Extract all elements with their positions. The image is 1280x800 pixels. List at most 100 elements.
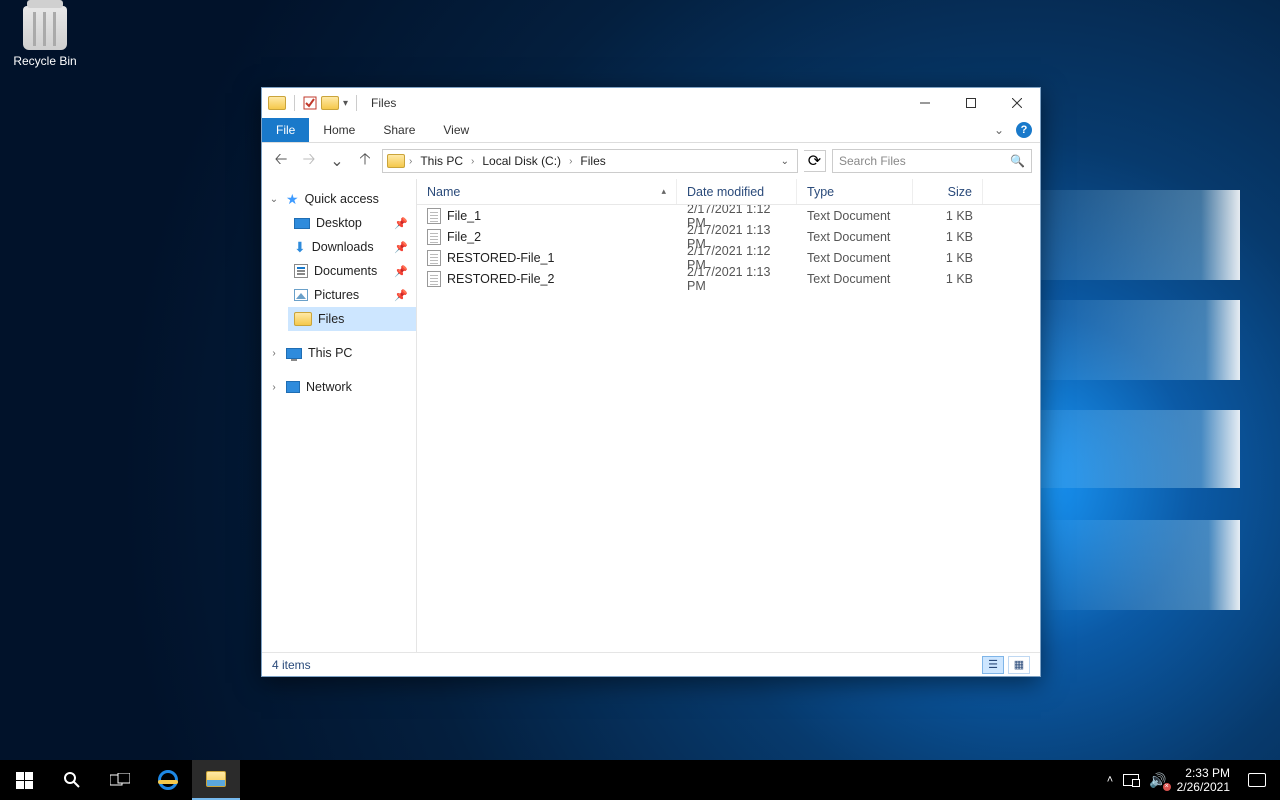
- folder-icon: [387, 154, 405, 168]
- minimize-button[interactable]: [902, 88, 948, 118]
- sort-asc-icon: ▴: [661, 186, 666, 197]
- separator: [294, 95, 295, 111]
- breadcrumb-local-disk[interactable]: Local Disk (C:): [478, 152, 565, 170]
- pin-icon: 📌: [394, 217, 408, 230]
- column-type[interactable]: Type: [797, 179, 913, 204]
- recent-locations-button[interactable]: ⌄: [326, 150, 348, 172]
- file-name: File_1: [447, 209, 481, 223]
- tab-share[interactable]: Share: [369, 118, 429, 142]
- collapse-icon[interactable]: ⌄: [268, 194, 280, 205]
- tree-label: This PC: [308, 346, 352, 360]
- maximize-button[interactable]: [948, 88, 994, 118]
- tree-item-desktop[interactable]: Desktop 📌: [288, 211, 416, 235]
- text-file-icon: [427, 271, 441, 287]
- clock-date: 2/26/2021: [1177, 780, 1230, 794]
- tree-label: Files: [318, 312, 344, 326]
- chevron-down-icon[interactable]: ▾: [343, 98, 348, 109]
- properties-icon[interactable]: [303, 96, 317, 110]
- column-size[interactable]: Size: [913, 179, 983, 204]
- address-dropdown-button[interactable]: ⌄: [777, 154, 793, 169]
- column-label: Name: [427, 185, 460, 199]
- tab-view[interactable]: View: [429, 118, 483, 142]
- star-icon: ★: [286, 191, 299, 208]
- text-file-icon: [427, 229, 441, 245]
- chevron-right-icon[interactable]: ›: [567, 156, 574, 167]
- view-icons-button[interactable]: ▦: [1008, 656, 1030, 674]
- clock[interactable]: 2:33 PM 2/26/2021: [1177, 766, 1230, 794]
- tree-network[interactable]: › Network: [262, 375, 416, 399]
- tree-item-files[interactable]: Files: [288, 307, 416, 331]
- status-bar: 4 items ☰ ▦: [262, 652, 1040, 676]
- folder-icon[interactable]: [268, 96, 286, 110]
- search-input[interactable]: Search Files 🔍: [832, 149, 1032, 173]
- up-button[interactable]: 🡡: [354, 150, 376, 172]
- separator: [356, 95, 357, 111]
- tree-label: Quick access: [305, 192, 379, 206]
- clock-time: 2:33 PM: [1177, 766, 1230, 780]
- column-name[interactable]: Name ▴: [417, 179, 677, 204]
- file-size: 1 KB: [913, 230, 983, 244]
- breadcrumb-this-pc[interactable]: This PC: [416, 152, 467, 170]
- tree-item-downloads[interactable]: ⬇Downloads 📌: [288, 235, 416, 259]
- expand-icon[interactable]: ›: [268, 382, 280, 393]
- chevron-right-icon[interactable]: ›: [469, 156, 476, 167]
- expand-icon[interactable]: ›: [268, 348, 280, 359]
- quick-access-toolbar: ▾: [268, 95, 361, 111]
- file-size: 1 KB: [913, 209, 983, 223]
- tree-this-pc[interactable]: › This PC: [262, 341, 416, 365]
- new-folder-icon[interactable]: [321, 96, 339, 110]
- search-placeholder: Search Files: [839, 154, 906, 168]
- navigation-tree: ⌄ ★ Quick access Desktop 📌 ⬇Downloads 📌 …: [262, 179, 417, 652]
- network-icon[interactable]: [1123, 774, 1139, 786]
- file-type: Text Document: [797, 230, 913, 244]
- pc-icon: [286, 348, 302, 359]
- column-headers: Name ▴ Date modified Type Size: [417, 179, 1040, 205]
- ribbon-expand-button[interactable]: ⌄: [986, 118, 1012, 142]
- refresh-button[interactable]: ⟳: [804, 150, 826, 172]
- ie-icon: [158, 770, 178, 790]
- volume-icon[interactable]: 🔊×: [1149, 772, 1166, 789]
- pictures-icon: [294, 289, 308, 301]
- chevron-right-icon[interactable]: ›: [407, 156, 414, 167]
- help-button[interactable]: ?: [1016, 122, 1032, 138]
- file-type: Text Document: [797, 209, 913, 223]
- mute-badge-icon: ×: [1163, 783, 1171, 791]
- action-center-button[interactable]: [1248, 773, 1266, 787]
- system-tray: ˄ 🔊× 2:33 PM 2/26/2021: [1107, 766, 1280, 794]
- tree-label: Documents: [314, 264, 377, 278]
- taskbar: ˄ 🔊× 2:33 PM 2/26/2021: [0, 760, 1280, 800]
- search-icon: 🔍: [1010, 154, 1025, 168]
- file-size: 1 KB: [913, 272, 983, 286]
- wallpaper-ray: [1010, 300, 1240, 380]
- documents-icon: [294, 264, 308, 278]
- tree-item-documents[interactable]: Documents 📌: [288, 259, 416, 283]
- breadcrumb-files[interactable]: Files: [576, 152, 609, 170]
- address-bar[interactable]: › This PC › Local Disk (C:) › Files ⌄: [382, 149, 798, 173]
- task-view-button[interactable]: [96, 760, 144, 800]
- wallpaper-ray: [1030, 520, 1240, 610]
- tree-quick-access[interactable]: ⌄ ★ Quick access: [262, 187, 416, 211]
- taskbar-app-explorer[interactable]: [192, 760, 240, 800]
- status-text: 4 items: [272, 658, 311, 672]
- tray-overflow-button[interactable]: ˄: [1107, 774, 1113, 786]
- tree-label: Pictures: [314, 288, 359, 302]
- file-list: Name▴ Date modified Type Size File_12/17…: [417, 179, 1040, 652]
- network-icon: [286, 381, 300, 393]
- tab-home[interactable]: Home: [309, 118, 369, 142]
- view-details-button[interactable]: ☰: [982, 656, 1004, 674]
- column-date[interactable]: Date modified: [677, 179, 797, 204]
- start-button[interactable]: [0, 760, 48, 800]
- tree-item-pictures[interactable]: Pictures 📌: [288, 283, 416, 307]
- ribbon-tabs: File Home Share View ⌄ ?: [262, 118, 1040, 143]
- titlebar[interactable]: ▾ Files: [262, 88, 1040, 118]
- close-button[interactable]: [994, 88, 1040, 118]
- back-button[interactable]: 🡠: [270, 150, 292, 172]
- taskbar-app-ie[interactable]: [144, 760, 192, 800]
- table-row[interactable]: RESTORED-File_22/17/2021 1:13 PMText Doc…: [417, 268, 1040, 289]
- desktop-icon-recycle-bin[interactable]: Recycle Bin: [10, 6, 80, 68]
- text-file-icon: [427, 250, 441, 266]
- tab-file[interactable]: File: [262, 118, 309, 142]
- search-button[interactable]: [48, 760, 96, 800]
- file-explorer-icon: [206, 771, 226, 787]
- recycle-bin-label: Recycle Bin: [10, 54, 80, 68]
